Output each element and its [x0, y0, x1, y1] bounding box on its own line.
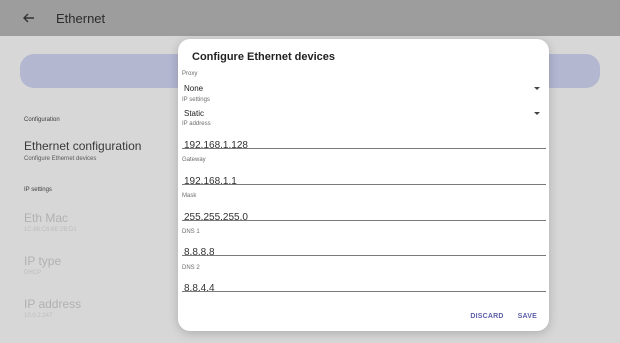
proxy-select[interactable]: None — [184, 83, 546, 94]
back-arrow-icon[interactable] — [20, 9, 38, 27]
ip-address-field[interactable] — [182, 135, 546, 152]
configure-ethernet-dialog: Configure Ethernet devices Proxy None IP… — [178, 39, 549, 331]
dialog-actions: DISCARD SAVE — [470, 313, 537, 320]
dialog-title: Configure Ethernet devices — [192, 51, 336, 63]
mask-field[interactable] — [182, 207, 546, 224]
ip-address-item: IP address — [24, 297, 82, 311]
gateway-field[interactable] — [182, 171, 546, 188]
dropdown-caret-icon — [534, 87, 540, 90]
configuration-header: Configuration — [24, 117, 60, 123]
dns2-field[interactable] — [182, 278, 546, 295]
ip-type-value: DHCP — [24, 270, 42, 276]
ip-address-input[interactable] — [182, 139, 546, 152]
dns1-input[interactable] — [182, 246, 546, 259]
dns1-field[interactable] — [182, 242, 546, 259]
ip-address-label: IP address — [182, 121, 211, 127]
save-button[interactable]: SAVE — [518, 313, 537, 320]
discard-button[interactable]: DISCARD — [470, 313, 503, 320]
ip-settings-header: IP settings — [24, 187, 52, 193]
mask-input[interactable] — [182, 211, 546, 224]
ip-settings-select[interactable]: Static — [184, 108, 546, 119]
eth-mac-item: Eth Mac — [24, 211, 69, 225]
gateway-input[interactable] — [182, 175, 546, 188]
ip-settings-value: Static — [184, 109, 205, 118]
proxy-value: None — [184, 84, 204, 93]
dropdown-caret-icon — [534, 112, 540, 115]
ip-type-item: IP type — [24, 254, 62, 268]
ethernet-configuration-subtitle: Configure Ethernet devices — [24, 156, 97, 162]
gateway-label: Gateway — [182, 157, 206, 163]
dns1-label: DNS 1 — [182, 229, 200, 235]
dns2-input[interactable] — [182, 282, 546, 295]
eth-mac-value: 1C:88:C6:8E:2B:D1 — [24, 227, 77, 233]
ip-settings-label: IP settings — [182, 97, 210, 103]
page-title: Ethernet — [56, 10, 106, 26]
ip-address-value: 10.0.2.247 — [24, 313, 53, 319]
mask-label: Mask — [182, 193, 197, 199]
dns2-label: DNS 2 — [182, 265, 200, 271]
proxy-label: Proxy — [182, 71, 198, 77]
app-bar: Ethernet — [0, 0, 620, 36]
ethernet-configuration-item[interactable]: Ethernet configuration — [24, 139, 141, 153]
